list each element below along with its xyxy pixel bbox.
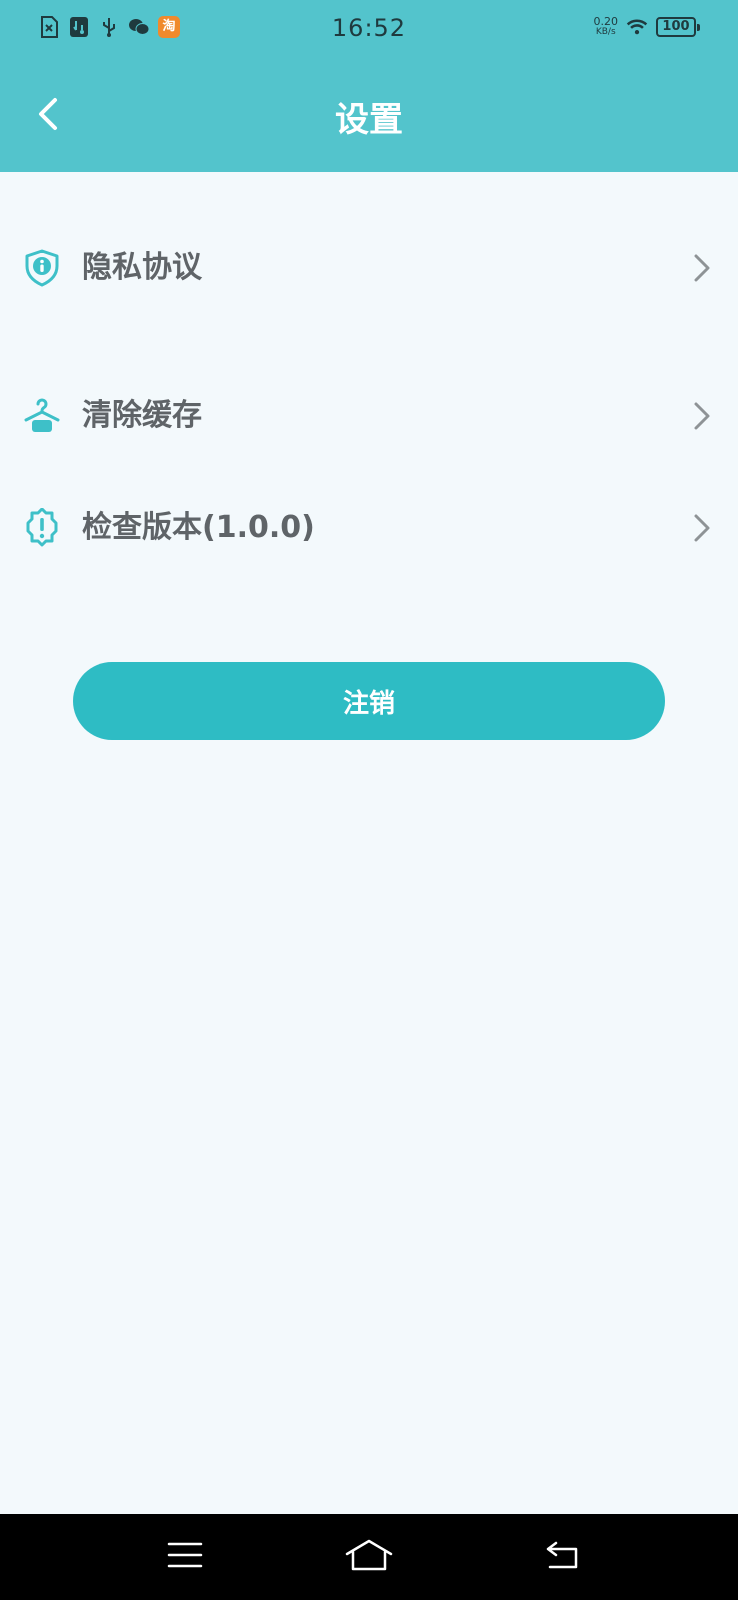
menu-button[interactable] [160,1534,210,1580]
navigation-bar [0,1514,738,1600]
home-icon [344,1538,394,1576]
wifi-icon [626,16,648,38]
settings-item-privacy[interactable]: 隐私协议 [0,228,738,308]
chevron-right-icon [690,512,712,544]
settings-item-clear-cache[interactable]: 清除缓存 [0,376,738,456]
chevron-right-icon [690,252,712,284]
settings-item-label: 隐私协议 [82,250,202,285]
settings-screen: 淘 16:52 0.20 KB/s 100 设置 隐私协议 清除缓存 检查版本(… [0,0,738,1600]
settings-item-label: 清除缓存 [82,398,202,433]
settings-item-check-version[interactable]: 检查版本(1.0.0) [0,488,738,568]
menu-icon [167,1541,203,1573]
back-icon [544,1540,582,1574]
badge-alert-icon [22,507,62,548]
home-button[interactable] [344,1534,394,1580]
shield-info-icon [22,248,62,288]
network-speed: 0.20 KB/s [594,16,619,38]
logout-button[interactable]: 注销 [73,662,665,740]
settings-item-label: 检查版本(1.0.0) [82,510,315,545]
chevron-right-icon [690,400,712,432]
hanger-icon [22,396,62,436]
network-speed-value: 0.20 [593,15,619,28]
battery-indicator: 100 [656,17,700,37]
title-bar: 设置 [0,60,738,172]
system-back-button[interactable] [538,1534,588,1580]
network-speed-unit: KB/s [595,27,616,37]
header: 淘 16:52 0.20 KB/s 100 设置 [0,0,738,172]
status-icons-right: 0.20 KB/s 100 [594,16,700,38]
status-bar: 淘 16:52 0.20 KB/s 100 [0,0,738,60]
page-title: 设置 [335,100,403,140]
